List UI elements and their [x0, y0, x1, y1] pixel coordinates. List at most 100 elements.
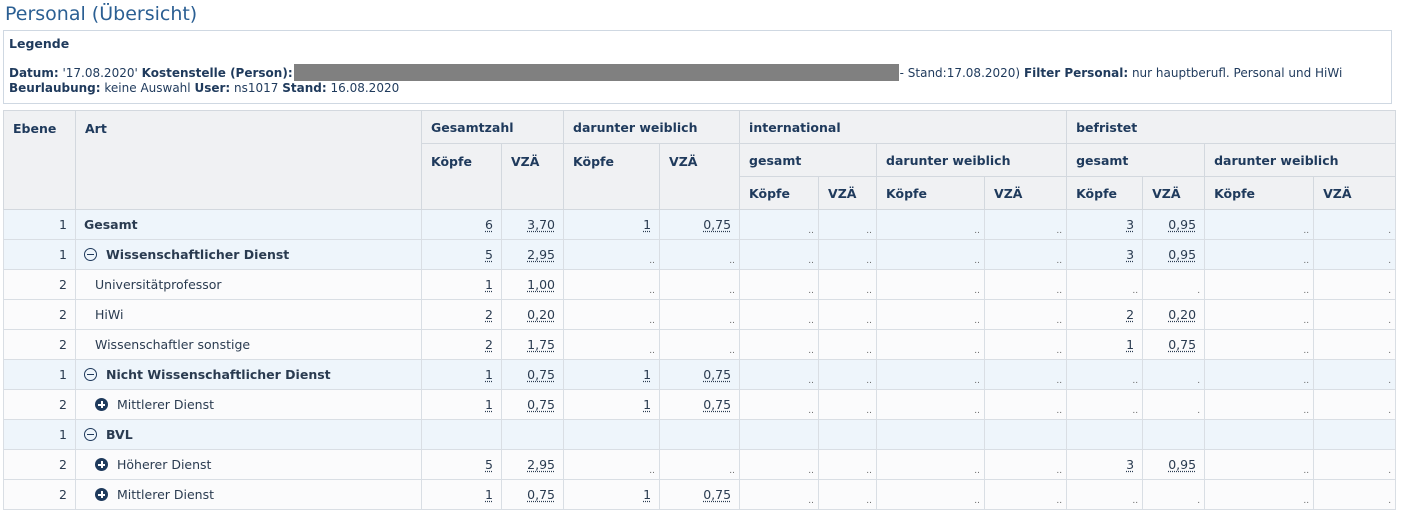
collapse-circle-icon[interactable]: [84, 248, 97, 261]
value-link[interactable]: 0,75: [703, 397, 731, 412]
cell-value: 0,20: [1142, 299, 1206, 330]
value-link[interactable]: 0,75: [1168, 337, 1196, 352]
cell-value: ..: [563, 239, 661, 270]
table-row: 2 Mittlerer Dienst 1 0,75 1 0,75.............…: [3, 479, 1397, 510]
value-link[interactable]: 3: [1126, 457, 1134, 472]
user-value: ns1017: [234, 81, 279, 95]
value-link[interactable]: 1: [485, 367, 493, 382]
header-bef-gesamt-vza[interactable]: VZÄ: [1142, 176, 1206, 210]
value-link[interactable]: 1,75: [527, 337, 555, 352]
value-link[interactable]: 3: [1126, 247, 1134, 262]
header-gesamtzahl[interactable]: Gesamtzahl: [420, 110, 565, 144]
value-link[interactable]: 1: [485, 397, 493, 412]
cell-value: ..: [876, 449, 986, 480]
header-art[interactable]: Art: [75, 110, 422, 210]
value-link[interactable]: 2: [485, 307, 493, 322]
header-int-weiblich-koepfe[interactable]: Köpfe: [876, 176, 986, 210]
value-link[interactable]: 0,75: [703, 217, 731, 232]
value-link[interactable]: 0,95: [1168, 457, 1196, 472]
cell-value: [984, 419, 1068, 450]
value-link[interactable]: 3,70: [527, 217, 555, 232]
value-link[interactable]: 6: [485, 217, 493, 232]
value-link[interactable]: 2,95: [527, 247, 555, 262]
value-link[interactable]: 2: [1126, 307, 1134, 322]
value-link[interactable]: 2: [485, 337, 493, 352]
cell-value: ..: [659, 449, 741, 480]
value-link[interactable]: 1: [485, 277, 493, 292]
empty-marker: ..: [808, 406, 815, 416]
cell-value: ..: [739, 359, 820, 390]
value-link[interactable]: 0,20: [527, 307, 555, 322]
empty-marker: ..: [1056, 346, 1063, 356]
value-link[interactable]: 0,75: [527, 397, 555, 412]
table-row: 2 Wissenschaftler sonstige 2 1,75..........…: [3, 329, 1397, 360]
header-befristet[interactable]: befristet: [1066, 110, 1397, 144]
cell-value: .: [1313, 359, 1397, 390]
header-international-gesamt[interactable]: gesamt: [739, 143, 878, 177]
header-befristet-weiblich[interactable]: darunter weiblich: [1204, 143, 1397, 177]
value-link[interactable]: 5: [485, 457, 493, 472]
collapse-circle-icon[interactable]: [84, 428, 97, 441]
cell-value: ..: [984, 239, 1068, 270]
header-bef-weiblich-vza[interactable]: VZÄ: [1313, 176, 1397, 210]
value-link[interactable]: 1: [485, 487, 493, 502]
value-link[interactable]: 1: [643, 367, 651, 382]
header-international-weiblich[interactable]: darunter weiblich: [876, 143, 1068, 177]
header-befristet-gesamt[interactable]: gesamt: [1066, 143, 1206, 177]
header-int-gesamt-koepfe[interactable]: Köpfe: [739, 176, 820, 210]
value-link[interactable]: 1: [1126, 337, 1134, 352]
header-int-weiblich-vza[interactable]: VZÄ: [984, 176, 1068, 210]
cell-value: ..: [876, 209, 986, 240]
header-bef-weiblich-koepfe[interactable]: Köpfe: [1204, 176, 1315, 210]
value-link[interactable]: 1: [643, 397, 651, 412]
value-link[interactable]: 0,20: [1168, 307, 1196, 322]
expand-circle-icon[interactable]: [95, 398, 108, 411]
header-international[interactable]: international: [739, 110, 1068, 144]
cell-value: ..: [984, 389, 1068, 420]
table-row: 1 Gesamt 6 3,70 1 0,75........ 3 0,95...: [3, 209, 1397, 240]
beurlaubung-value: keine Auswahl: [104, 81, 191, 95]
empty-marker: ..: [974, 286, 981, 296]
header-ebene[interactable]: Ebene: [3, 110, 76, 210]
value-link[interactable]: 1: [643, 487, 651, 502]
cell-ebene: 2: [3, 389, 76, 420]
value-link[interactable]: 0,95: [1168, 217, 1196, 232]
empty-marker: ..: [1056, 406, 1063, 416]
cell-value: .: [1142, 359, 1206, 390]
value-link[interactable]: 0,75: [703, 367, 731, 382]
value-link[interactable]: 1,00: [527, 277, 555, 292]
cell-value: .: [1313, 269, 1397, 300]
expand-circle-icon[interactable]: [95, 458, 108, 471]
value-link[interactable]: 2,95: [527, 457, 555, 472]
value-link[interactable]: 3: [1126, 217, 1134, 232]
value-link[interactable]: 0,75: [527, 367, 555, 382]
cell-value: 1: [421, 269, 502, 300]
value-link[interactable]: 5: [485, 247, 493, 262]
cell-value: ..: [1204, 209, 1315, 240]
value-link[interactable]: 0,75: [703, 487, 731, 502]
collapse-circle-icon[interactable]: [84, 368, 97, 381]
empty-marker: ..: [974, 376, 981, 386]
empty-marker: ..: [1303, 226, 1310, 236]
cell-value: ..: [1204, 329, 1315, 360]
cell-art: Mittlerer Dienst: [75, 389, 422, 420]
expand-circle-icon[interactable]: [95, 488, 108, 501]
header-gesamtzahl-vza[interactable]: VZÄ: [500, 143, 565, 210]
header-gesamtzahl-koepfe[interactable]: Köpfe: [421, 143, 502, 210]
header-weiblich-vza[interactable]: VZÄ: [659, 143, 741, 210]
row-label: BVL: [106, 427, 133, 442]
cell-value: [1204, 419, 1315, 450]
value-link[interactable]: 1: [643, 217, 651, 232]
cell-value: ..: [818, 389, 878, 420]
value-link[interactable]: 0,75: [527, 487, 555, 502]
cell-value: ..: [984, 449, 1068, 480]
empty-marker: ..: [1056, 466, 1063, 476]
cell-value: .: [1142, 479, 1206, 510]
value-link[interactable]: 0,95: [1168, 247, 1196, 262]
empty-marker: ..: [974, 496, 981, 506]
header-weiblich-koepfe[interactable]: Köpfe: [563, 143, 661, 210]
header-darunter-weiblich[interactable]: darunter weiblich: [563, 110, 741, 144]
cell-value: [563, 419, 661, 450]
header-int-gesamt-vza[interactable]: VZÄ: [818, 176, 878, 210]
header-bef-gesamt-koepfe[interactable]: Köpfe: [1066, 176, 1144, 210]
